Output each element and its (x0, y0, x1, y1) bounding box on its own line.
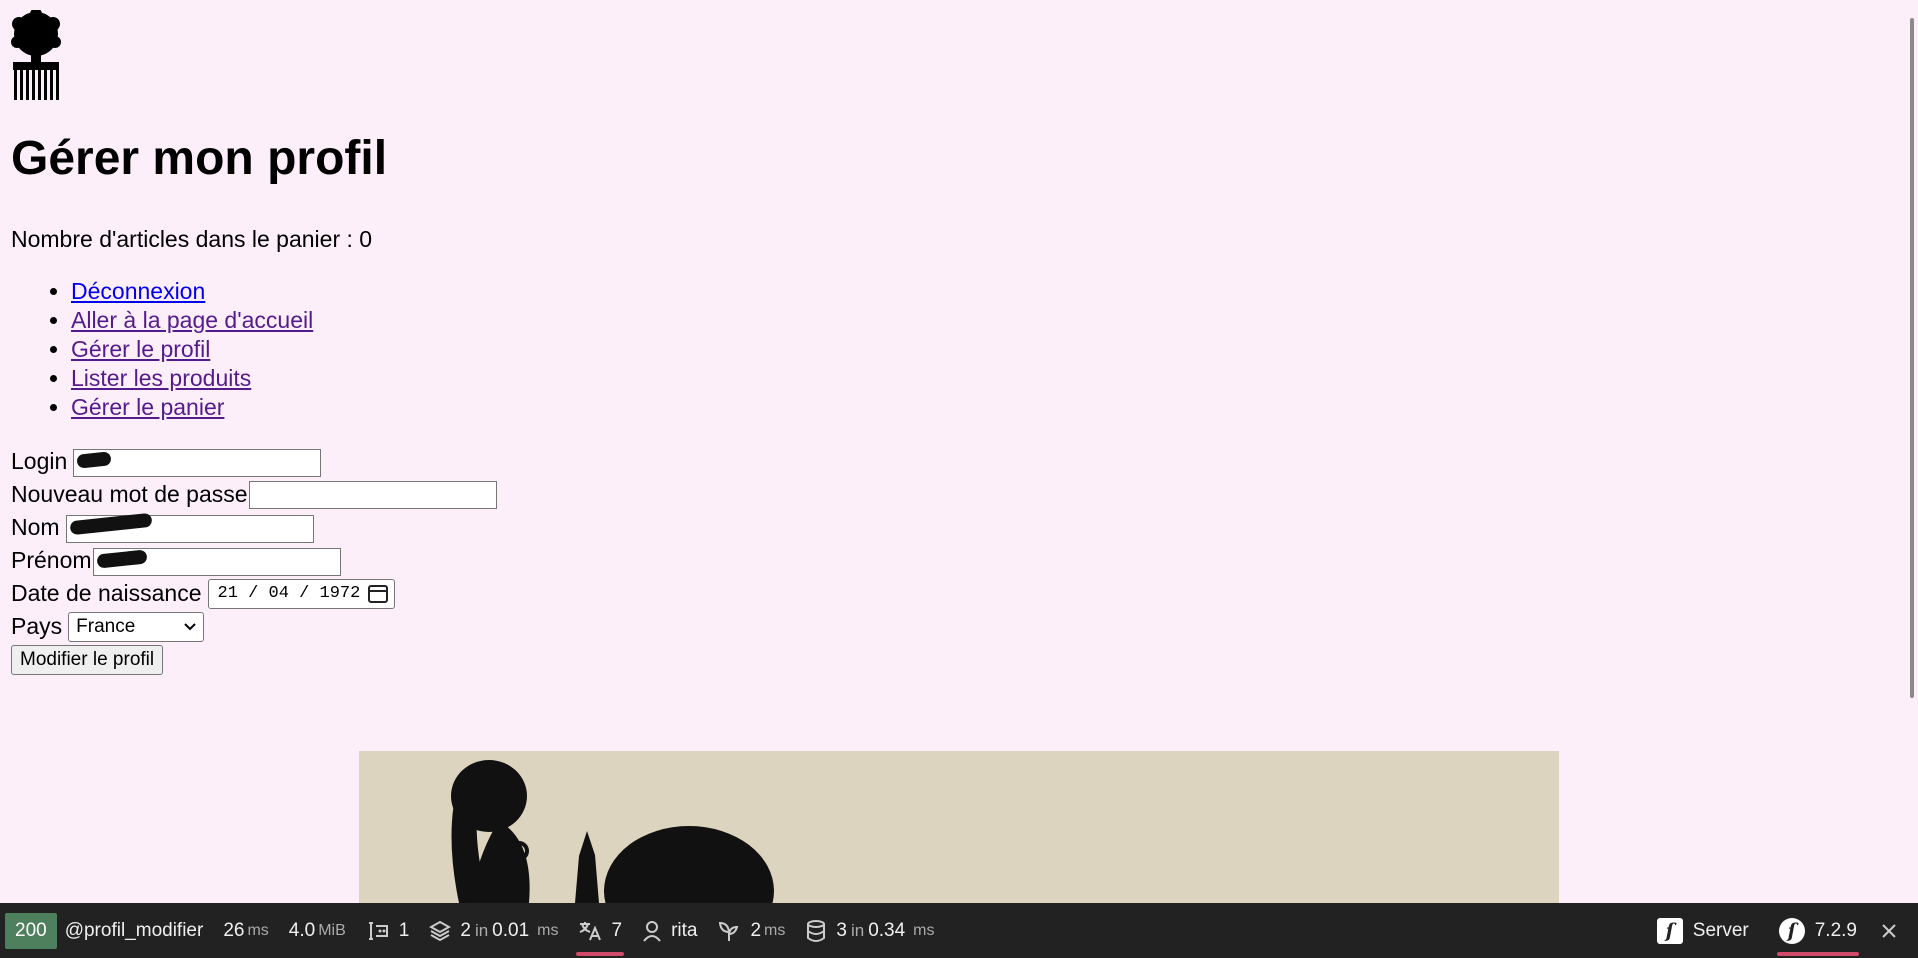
nav-list: Déconnexion Aller à la page d'accueil Gé… (11, 277, 313, 422)
symfony-server-icon: ſ (1656, 917, 1683, 944)
login-field-wrapper (73, 446, 322, 477)
db-time: 0.34 (868, 919, 906, 941)
toolbar-user[interactable]: rita (632, 903, 707, 958)
db-count: 3 (836, 919, 847, 941)
events-unit: ms (764, 921, 786, 939)
nom-field-wrapper (65, 512, 314, 543)
profile-link[interactable]: Gérer le profil (71, 336, 210, 362)
submit-row: Modifier le profil (11, 643, 497, 676)
user-name: rita (671, 919, 698, 941)
logout-link[interactable]: Déconnexion (71, 278, 205, 304)
toolbar-route[interactable]: @profil_modifier (59, 903, 214, 958)
close-icon (1882, 923, 1896, 938)
profile-form: Login Nouveau mot de passe Nom Prénom Da… (11, 445, 497, 676)
memory-unit: MiB (318, 921, 346, 939)
prenom-field-wrapper (92, 545, 341, 576)
db-in: in (850, 920, 865, 940)
login-row: Login (11, 445, 497, 478)
page-scrollbar[interactable] (1906, 0, 1918, 903)
silhouette-illustration (451, 760, 774, 903)
calendar-icon[interactable] (368, 584, 389, 603)
birthdate-value: 21 / 04 / 1972 (217, 584, 361, 603)
cart-link[interactable]: Gérer le panier (71, 394, 224, 420)
db-unit: ms (913, 921, 935, 939)
login-label: Login (11, 448, 68, 474)
toolbar-database[interactable]: 3 in 0.34 ms (795, 903, 944, 958)
user-icon (643, 920, 661, 942)
database-icon (807, 919, 826, 942)
templates-count: 2 (460, 919, 471, 941)
toolbar-close-button[interactable] (1867, 903, 1918, 958)
prenom-row: Prénom (11, 544, 497, 577)
templates-time: 0.01 (492, 919, 530, 941)
translation-icon (580, 921, 602, 940)
login-input[interactable] (73, 449, 322, 477)
nav-item-profile: Gérer le profil (71, 335, 313, 364)
birthdate-row: Date de naissance 21 / 04 / 1972 (11, 577, 497, 610)
route-name: @profil_modifier (64, 919, 204, 941)
page-title: Gérer mon profil (11, 132, 388, 185)
nav-item-products: Lister les produits (71, 364, 313, 393)
debug-toolbar: 200 @profil_modifier 26 ms 4.0 MiB 1 2 in 0.… (0, 903, 1918, 958)
prenom-label: Prénom (11, 547, 92, 573)
toolbar-translations[interactable]: 7 (568, 903, 632, 958)
templates-unit: ms (537, 921, 559, 939)
home-link[interactable]: Aller à la page d'accueil (71, 307, 313, 333)
birthdate-input[interactable]: 21 / 04 / 1972 (207, 578, 396, 609)
toolbar-memory[interactable]: 4.0 MiB (279, 903, 356, 958)
toolbar-forms[interactable]: 1 (356, 903, 420, 958)
new-password-input[interactable] (248, 480, 497, 509)
toolbar-server[interactable]: ſ Server (1647, 903, 1759, 958)
toolbar-status[interactable]: 200 (0, 903, 59, 958)
nom-row: Nom (11, 511, 497, 544)
birthdate-label: Date de naissance (11, 580, 202, 606)
symfony-version: 7.2.9 (1814, 919, 1857, 941)
server-label: Server (1692, 919, 1749, 941)
toolbar-time[interactable]: 26 ms (213, 903, 278, 958)
scrollbar-thumb[interactable] (1910, 18, 1914, 698)
products-link[interactable]: Lister les produits (71, 365, 251, 391)
status-code-badge: 200 (5, 912, 57, 949)
pays-row: Pays France (11, 610, 497, 643)
cart-count-text: Nombre d'articles dans le panier : 0 (11, 226, 373, 252)
sprout-icon (719, 921, 739, 941)
form-icon (368, 921, 388, 940)
time-unit: ms (247, 921, 269, 939)
time-value: 26 (223, 919, 245, 941)
nav-item-cart: Gérer le panier (71, 393, 313, 422)
forms-count: 1 (398, 919, 410, 941)
toolbar-symfony-version[interactable]: ſ 7.2.9 (1769, 903, 1867, 958)
afro-comb-logo (11, 10, 61, 100)
pays-selected-value: France (76, 615, 136, 637)
translations-count: 7 (611, 919, 623, 941)
templates-in: in (474, 920, 489, 940)
layers-icon (429, 920, 452, 941)
pays-select[interactable]: France (68, 611, 205, 642)
memory-value: 4.0 (288, 919, 316, 941)
pays-label: Pays (11, 613, 63, 639)
events-value: 2 (750, 919, 762, 941)
password-row: Nouveau mot de passe (11, 478, 497, 511)
nom-label: Nom (11, 514, 60, 540)
hero-image (359, 751, 1559, 903)
nav-item-home: Aller à la page d'accueil (71, 306, 313, 335)
nav-item-logout: Déconnexion (71, 277, 313, 306)
modify-profile-button[interactable]: Modifier le profil (11, 644, 164, 675)
chevron-down-icon (184, 622, 196, 630)
toolbar-events[interactable]: 2 ms (707, 903, 795, 958)
password-label: Nouveau mot de passe (11, 481, 248, 507)
toolbar-templates[interactable]: 2 in 0.01 ms (419, 903, 568, 958)
symfony-logo-icon: ſ (1778, 917, 1805, 944)
